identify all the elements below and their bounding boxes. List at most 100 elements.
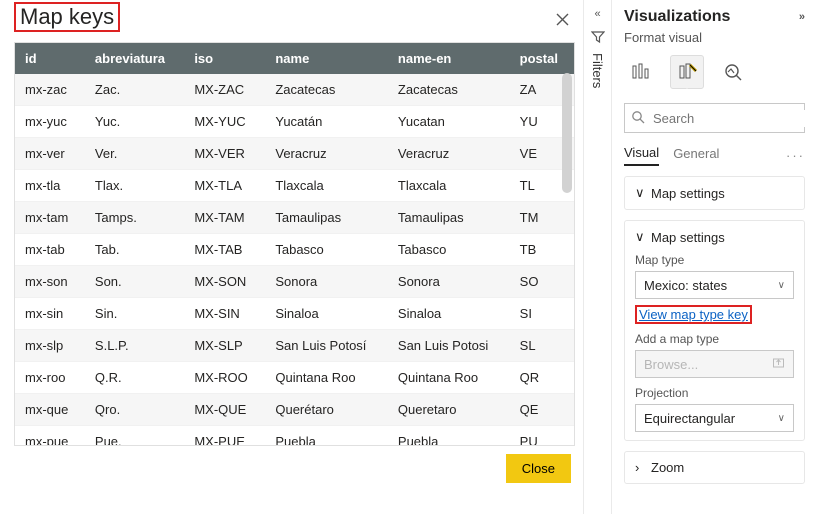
table-row[interactable]: mx-puePue.MX-PUEPueblaPueblaPU xyxy=(15,426,574,447)
map-type-select[interactable]: Mexico: states ∨ xyxy=(635,271,794,299)
add-map-type-label: Add a map type xyxy=(635,332,794,346)
zoom-header[interactable]: › Zoom xyxy=(635,460,794,475)
cell-iso: MX-SON xyxy=(184,266,265,298)
map-settings-card-inner: ∨ Map settings Map type Mexico: states ∨… xyxy=(624,220,805,441)
map-settings-inner-label: Map settings xyxy=(651,230,725,245)
tab-visual[interactable]: Visual xyxy=(624,145,659,166)
more-options-icon[interactable]: ··· xyxy=(786,148,805,163)
cell-name_en: Queretaro xyxy=(388,394,510,426)
cell-abreviatura: Q.R. xyxy=(85,362,184,394)
col-name[interactable]: name xyxy=(265,43,388,74)
cell-iso: MX-VER xyxy=(184,138,265,170)
col-name-en[interactable]: name-en xyxy=(388,43,510,74)
table-row[interactable]: mx-sinSin.MX-SINSinaloaSinaloaSI xyxy=(15,298,574,330)
view-map-type-key-link[interactable]: View map type key xyxy=(639,307,748,322)
cell-postal: SO xyxy=(510,266,574,298)
cell-abreviatura: Pue. xyxy=(85,426,184,447)
cell-postal: SI xyxy=(510,298,574,330)
chevron-left-icon: « xyxy=(594,8,600,20)
cell-iso: MX-SIN xyxy=(184,298,265,330)
projection-label: Projection xyxy=(635,386,794,400)
cell-name: Veracruz xyxy=(265,138,388,170)
map-settings-inner-header[interactable]: ∨ Map settings xyxy=(635,229,794,245)
table-row[interactable]: mx-yucYuc.MX-YUCYucatánYucatanYU xyxy=(15,106,574,138)
build-visual-tab[interactable] xyxy=(624,55,658,89)
cell-name: San Luis Potosí xyxy=(265,330,388,362)
cell-iso: MX-TLA xyxy=(184,170,265,202)
table-row[interactable]: mx-tamTamps.MX-TAMTamaulipasTamaulipasTM xyxy=(15,202,574,234)
table-row[interactable]: mx-slpS.L.P.MX-SLPSan Luis PotosíSan Lui… xyxy=(15,330,574,362)
cell-id: mx-sin xyxy=(15,298,85,330)
table-scrollbar[interactable] xyxy=(562,73,572,193)
col-postal[interactable]: postal xyxy=(510,43,574,74)
cell-abreviatura: Zac. xyxy=(85,74,184,106)
cell-id: mx-pue xyxy=(15,426,85,447)
cell-name: Querétaro xyxy=(265,394,388,426)
visualizations-title: Visualizations xyxy=(624,8,730,26)
cell-name: Sonora xyxy=(265,266,388,298)
cell-postal: TB xyxy=(510,234,574,266)
cell-abreviatura: Ver. xyxy=(85,138,184,170)
cell-name: Tlaxcala xyxy=(265,170,388,202)
format-visual-subtitle: Format visual xyxy=(624,30,805,45)
close-button[interactable]: Close xyxy=(506,454,571,483)
cell-name: Tabasco xyxy=(265,234,388,266)
table-row[interactable]: mx-sonSon.MX-SONSonoraSonoraSO xyxy=(15,266,574,298)
projection-value: Equirectangular xyxy=(644,411,735,426)
table-row[interactable]: mx-tlaTlax.MX-TLATlaxcalaTlaxcalaTL xyxy=(15,170,574,202)
cell-name_en: San Luis Potosi xyxy=(388,330,510,362)
table-row[interactable]: mx-queQro.MX-QUEQuerétaroQueretaroQE xyxy=(15,394,574,426)
cell-name: Tamaulipas xyxy=(265,202,388,234)
cell-iso: MX-SLP xyxy=(184,330,265,362)
cell-postal: QR xyxy=(510,362,574,394)
cell-name_en: Sinaloa xyxy=(388,298,510,330)
chevron-down-icon: ∨ xyxy=(778,280,785,291)
table-row[interactable]: mx-rooQ.R.MX-ROOQuintana RooQuintana Roo… xyxy=(15,362,574,394)
filters-pane-collapsed[interactable]: « Filters xyxy=(583,0,611,514)
chevron-right-icon: › xyxy=(635,460,645,475)
map-settings-outer-header[interactable]: ∨ Map settings xyxy=(635,185,794,201)
filter-icon xyxy=(591,30,605,47)
table-row[interactable]: mx-tabTab.MX-TABTabascoTabascoTB xyxy=(15,234,574,266)
col-id[interactable]: id xyxy=(15,43,85,74)
table-row[interactable]: mx-zacZac.MX-ZACZacatecasZacatecasZA xyxy=(15,74,574,106)
close-icon[interactable] xyxy=(549,6,575,32)
cell-postal: QE xyxy=(510,394,574,426)
cell-id: mx-yuc xyxy=(15,106,85,138)
cell-name: Zacatecas xyxy=(265,74,388,106)
col-abreviatura[interactable]: abreviatura xyxy=(85,43,184,74)
col-iso[interactable]: iso xyxy=(184,43,265,74)
map-keys-table-container: id abreviatura iso name name-en postal m… xyxy=(14,42,575,446)
cell-id: mx-ver xyxy=(15,138,85,170)
map-keys-dialog: Map keys id abreviatura iso name name-en… xyxy=(0,0,583,514)
chevron-down-icon: ∨ xyxy=(635,185,645,201)
cell-abreviatura: Tamps. xyxy=(85,202,184,234)
cell-postal: SL xyxy=(510,330,574,362)
tab-general[interactable]: General xyxy=(673,146,719,165)
search-icon xyxy=(631,110,645,127)
projection-select[interactable]: Equirectangular ∨ xyxy=(635,404,794,432)
cell-iso: MX-PUE xyxy=(184,426,265,447)
cell-abreviatura: Sin. xyxy=(85,298,184,330)
search-input[interactable] xyxy=(651,110,815,127)
cell-id: mx-tab xyxy=(15,234,85,266)
cell-abreviatura: Yuc. xyxy=(85,106,184,138)
cell-name_en: Yucatan xyxy=(388,106,510,138)
format-visual-tab[interactable] xyxy=(670,55,704,89)
cell-iso: MX-YUC xyxy=(184,106,265,138)
cell-id: mx-tla xyxy=(15,170,85,202)
chevron-right-icon[interactable]: » xyxy=(799,11,805,23)
cell-abreviatura: Son. xyxy=(85,266,184,298)
cell-id: mx-que xyxy=(15,394,85,426)
browse-map-type[interactable]: Browse... xyxy=(635,350,794,378)
cell-id: mx-roo xyxy=(15,362,85,394)
map-type-value: Mexico: states xyxy=(644,278,727,293)
cell-id: mx-tam xyxy=(15,202,85,234)
cell-name: Quintana Roo xyxy=(265,362,388,394)
browse-placeholder: Browse... xyxy=(644,357,698,372)
cell-name_en: Sonora xyxy=(388,266,510,298)
search-input-wrap[interactable] xyxy=(624,103,805,133)
table-row[interactable]: mx-verVer.MX-VERVeracruzVeracruzVE xyxy=(15,138,574,170)
analytics-tab[interactable] xyxy=(716,55,750,89)
cell-iso: MX-ROO xyxy=(184,362,265,394)
